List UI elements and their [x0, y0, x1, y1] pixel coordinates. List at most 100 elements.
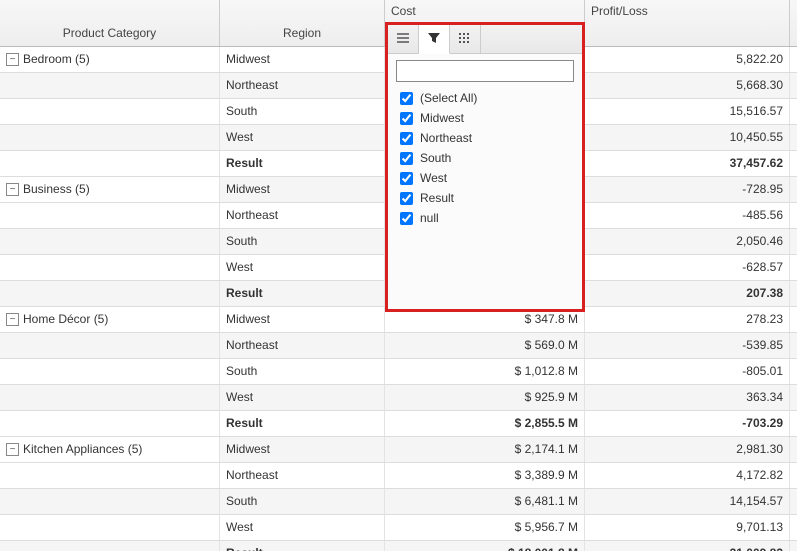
cell-product-category	[0, 125, 220, 150]
cell-region: Northeast	[220, 333, 385, 358]
filter-option[interactable]: West	[396, 168, 574, 188]
cell-profit-loss: 37,457.62	[585, 151, 790, 176]
cell-product-category	[0, 333, 220, 358]
cell-product-category	[0, 203, 220, 228]
cell-product-category: −Business (5)	[0, 177, 220, 202]
table-row: −Kitchen Appliances (5)Midwest$ 2,174.1 …	[0, 437, 797, 463]
filter-checklist: (Select All) Midwest Northeast South West Res…	[396, 88, 574, 228]
col-profit-loss[interactable]: Profit/Loss	[585, 0, 790, 46]
cell-cost: $ 1,012.8 M	[385, 359, 585, 384]
filter-checkbox[interactable]	[400, 132, 413, 145]
table-row: West$ 5,956.7 M9,701.13	[0, 515, 797, 541]
filter-option[interactable]: Northeast	[396, 128, 574, 148]
table-row: South$ 6,481.1 M14,154.57	[0, 489, 797, 515]
cell-product-category	[0, 151, 220, 176]
cell-region: Midwest	[220, 307, 385, 332]
cell-product-category	[0, 255, 220, 280]
filter-popup: (Select All) Midwest Northeast South West Res…	[385, 22, 585, 312]
table-row: Result$ 18,001.8 M31,009.83	[0, 541, 797, 551]
cell-region: West	[220, 385, 385, 410]
cell-product-category	[0, 229, 220, 254]
filter-checkbox[interactable]	[400, 212, 413, 225]
cell-region: Result	[220, 151, 385, 176]
cell-profit-loss: 278.23	[585, 307, 790, 332]
cell-cost: $ 6,481.1 M	[385, 489, 585, 514]
cell-profit-loss: 2,981.30	[585, 437, 790, 462]
filter-option[interactable]: null	[396, 208, 574, 228]
filter-option[interactable]: South	[396, 148, 574, 168]
cell-product-category: −Home Décor (5)	[0, 307, 220, 332]
filter-option[interactable]: (Select All)	[396, 88, 574, 108]
table-row: Northeast$ 569.0 M-539.85	[0, 333, 797, 359]
filter-option-label: West	[420, 171, 447, 185]
cell-profit-loss: -539.85	[585, 333, 790, 358]
filter-tab[interactable]	[419, 25, 450, 54]
cell-profit-loss: 31,009.83	[585, 541, 790, 551]
cell-profit-loss: -728.95	[585, 177, 790, 202]
filter-option-label: (Select All)	[420, 91, 477, 105]
table-row: Result$ 2,855.5 M-703.29	[0, 411, 797, 437]
cell-region: Result	[220, 411, 385, 436]
filter-option[interactable]: Result	[396, 188, 574, 208]
cell-profit-loss: 10,450.55	[585, 125, 790, 150]
table-row: West$ 925.9 M363.34	[0, 385, 797, 411]
filter-checkbox[interactable]	[400, 172, 413, 185]
columns-tab[interactable]	[450, 25, 481, 53]
filter-checkbox[interactable]	[400, 112, 413, 125]
cell-product-category	[0, 99, 220, 124]
collapse-icon[interactable]: −	[6, 183, 19, 196]
cell-cost: $ 3,389.9 M	[385, 463, 585, 488]
cell-product-category	[0, 385, 220, 410]
cell-profit-loss: -485.56	[585, 203, 790, 228]
filter-checkbox[interactable]	[400, 192, 413, 205]
cell-profit-loss: 207.38	[585, 281, 790, 306]
cell-product-category	[0, 359, 220, 384]
filter-option[interactable]: Midwest	[396, 108, 574, 128]
cell-profit-loss: 5,668.30	[585, 73, 790, 98]
funnel-icon	[427, 31, 441, 48]
cell-cost: $ 5,956.7 M	[385, 515, 585, 540]
collapse-icon[interactable]: −	[6, 53, 19, 66]
cell-profit-loss: -628.57	[585, 255, 790, 280]
cell-region: Midwest	[220, 177, 385, 202]
cell-product-category	[0, 73, 220, 98]
filter-option-label: South	[420, 151, 451, 165]
cell-region: South	[220, 489, 385, 514]
group-label: Home Décor (5)	[23, 307, 108, 332]
collapse-icon[interactable]: −	[6, 443, 19, 456]
cell-profit-loss: 14,154.57	[585, 489, 790, 514]
collapse-icon[interactable]: −	[6, 313, 19, 326]
filter-option-label: Midwest	[420, 111, 464, 125]
cell-cost: $ 925.9 M	[385, 385, 585, 410]
table-row: Northeast$ 3,389.9 M4,172.82	[0, 463, 797, 489]
filter-option-label: Northeast	[420, 131, 472, 145]
cell-cost: $ 18,001.8 M	[385, 541, 585, 551]
col-product-category[interactable]: Product Category	[0, 0, 220, 46]
cell-product-category	[0, 489, 220, 514]
cell-profit-loss: -805.01	[585, 359, 790, 384]
filter-option-label: Result	[420, 191, 454, 205]
table-row: South$ 1,012.8 M-805.01	[0, 359, 797, 385]
cell-region: South	[220, 359, 385, 384]
cell-region: West	[220, 255, 385, 280]
cell-profit-loss: 4,172.82	[585, 463, 790, 488]
cell-product-category	[0, 463, 220, 488]
cell-region: Result	[220, 541, 385, 551]
cell-region: Northeast	[220, 203, 385, 228]
col-label: Cost	[391, 4, 416, 18]
grid-icon	[458, 31, 472, 48]
cell-cost: $ 2,174.1 M	[385, 437, 585, 462]
cell-product-category	[0, 411, 220, 436]
col-region[interactable]: Region	[220, 0, 385, 46]
filter-popup-body: (Select All) Midwest Northeast South West Res…	[388, 54, 582, 234]
filter-checkbox[interactable]	[400, 152, 413, 165]
cell-product-category	[0, 541, 220, 551]
filter-search-input[interactable]	[396, 60, 574, 82]
filter-checkbox[interactable]	[400, 92, 413, 105]
filter-popup-toolbar	[388, 25, 582, 54]
cell-product-category	[0, 281, 220, 306]
cell-profit-loss: 2,050.46	[585, 229, 790, 254]
menu-tab[interactable]	[388, 25, 419, 53]
cell-cost: $ 2,855.5 M	[385, 411, 585, 436]
cell-profit-loss: 9,701.13	[585, 515, 790, 540]
